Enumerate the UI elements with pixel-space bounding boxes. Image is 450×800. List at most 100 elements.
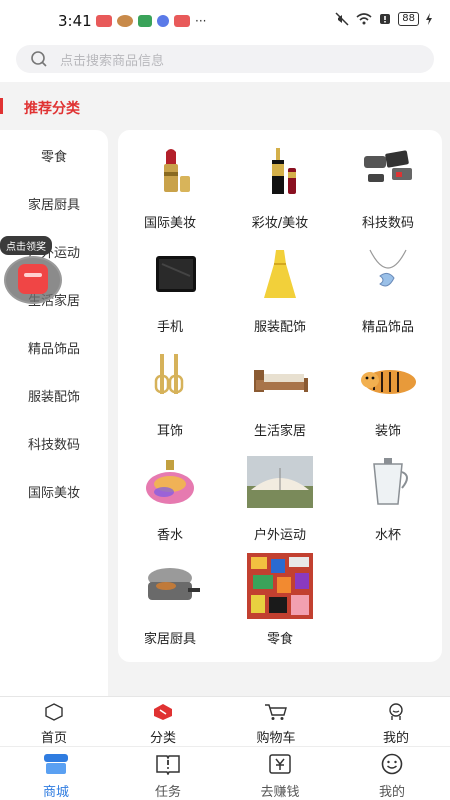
sidebar-item-snacks[interactable]: 零食 (0, 146, 108, 165)
grid-item-label: 科技数码 (361, 216, 414, 231)
avatar-notification-icon (117, 15, 133, 27)
grid-item[interactable]: 彩妆/美妆 (228, 142, 332, 231)
tab-label: 购物车 (256, 731, 296, 746)
sidebar-item-digital[interactable]: 科技数码 (0, 434, 108, 453)
user-icon (389, 703, 403, 720)
grid-item-label: 户外运动 (253, 528, 306, 543)
phone-icon (137, 246, 203, 302)
grid-item[interactable]: 水杯 (336, 454, 440, 543)
grid-item-label: 香水 (156, 528, 183, 543)
bed-icon (247, 350, 313, 406)
tab-category[interactable]: 分类 (123, 703, 203, 746)
more-dots: ··· (195, 14, 207, 28)
perfume-icon (137, 454, 203, 510)
tab-task[interactable]: 任务 (128, 753, 208, 800)
tab-cart[interactable]: 购物车 (236, 703, 316, 746)
grid-item-label: 彩妆/美妆 (251, 216, 309, 231)
alert-icon (380, 14, 391, 24)
category-sidebar: 零食 家居厨具 户外运动 生活家居 精品饰品 服装配饰 科技数码 国际美妆 (0, 130, 108, 700)
wifi-icon (356, 13, 372, 25)
search-icon (31, 51, 47, 67)
mail-notification-icon (174, 15, 190, 27)
status-time: 3:41 (58, 12, 92, 30)
makeup-icon (247, 142, 313, 198)
tab-mine[interactable]: 我的 (356, 703, 436, 746)
grid-item[interactable]: 国际美妆 (118, 142, 222, 231)
tab-mall[interactable]: 商城 (16, 753, 96, 800)
home-cube-icon (45, 703, 63, 721)
yen-icon (269, 754, 291, 774)
sidebar-item-clothing[interactable]: 服装配饰 (0, 386, 108, 405)
mute-icon (335, 12, 349, 26)
grid-item-label: 国际美妆 (143, 216, 196, 231)
tiger-plush-icon (355, 350, 421, 406)
tab-home[interactable]: 首页 (14, 703, 94, 746)
reward-float-button[interactable]: 点击领奖 (0, 236, 70, 306)
charging-icon (426, 13, 432, 25)
grid-item[interactable]: 零食 (228, 553, 332, 647)
search-placeholder: 点击搜索商品信息 (60, 53, 165, 69)
app58-notification-icon (138, 15, 152, 27)
grid-item-label: 零食 (266, 632, 293, 647)
grid-item-label: 精品饰品 (361, 320, 414, 335)
tab-label: 商城 (42, 785, 69, 800)
system-status: 88 (335, 12, 432, 26)
browser-notification-icon (157, 15, 169, 27)
dress-icon (247, 246, 313, 302)
snacks-icon (247, 553, 313, 619)
reward-tag: 点击领奖 (0, 236, 52, 255)
tab-label: 我的 (378, 785, 405, 800)
grid-item[interactable]: 香水 (118, 454, 222, 543)
status-bar: 3:41 ··· 88 (0, 0, 450, 40)
task-book-icon (156, 755, 180, 776)
app-notification-icon (96, 15, 112, 27)
necklace-icon (355, 246, 421, 302)
tent-icon (247, 454, 313, 510)
search-bar[interactable]: 点击搜索商品信息 (16, 45, 434, 73)
grid-item[interactable]: 生活家居 (228, 350, 332, 439)
sidebar-item-kitchen[interactable]: 家居厨具 (0, 194, 108, 213)
tab-label: 首页 (40, 731, 67, 746)
tabbar-bottom: 商城 任务 去赚钱 我的 (0, 746, 450, 800)
glass-cup-icon (355, 454, 421, 510)
grid-item[interactable]: 科技数码 (336, 142, 440, 231)
section-indicator (0, 98, 3, 114)
grid-item[interactable]: 手机 (118, 246, 222, 335)
tab-label: 去赚钱 (260, 785, 300, 800)
battery-indicator: 88 (398, 12, 419, 26)
grid-item[interactable]: 家居厨具 (118, 558, 222, 647)
grid-item[interactable]: 服装配饰 (228, 246, 332, 335)
grid-item-label: 家居厨具 (143, 632, 196, 647)
smile-icon (381, 753, 403, 775)
grid-item[interactable]: 耳饰 (118, 350, 222, 439)
sidebar-item-accessories[interactable]: 精品饰品 (0, 338, 108, 357)
sidebar-item-beauty[interactable]: 国际美妆 (0, 482, 108, 501)
earring-icon (137, 350, 203, 406)
section-header: 推荐分类 (0, 82, 450, 130)
grid-item[interactable]: 装饰 (336, 350, 440, 439)
tab-profile[interactable]: 我的 (352, 753, 432, 800)
lipstick-icon (137, 142, 203, 198)
tab-label: 任务 (154, 785, 181, 800)
grid-item-label: 生活家居 (253, 424, 306, 439)
grid-item-label: 手机 (156, 320, 183, 335)
grid-item-label: 装饰 (374, 424, 401, 439)
grid-item-label: 服装配饰 (253, 320, 306, 335)
category-icon (154, 704, 172, 720)
tab-label: 分类 (149, 731, 176, 746)
red-envelope-icon (18, 264, 48, 294)
grid-item[interactable]: 户外运动 (228, 454, 332, 543)
grid-item[interactable]: 精品饰品 (336, 246, 440, 335)
notification-icons: ··· (96, 14, 206, 28)
tab-label: 我的 (382, 731, 409, 746)
grid-item-label: 水杯 (374, 528, 401, 543)
tab-earn[interactable]: 去赚钱 (240, 753, 320, 800)
search-area: 点击搜索商品信息 (0, 40, 450, 82)
mall-icon (44, 754, 68, 774)
tabbar-top: 首页 分类 购物车 我的 (0, 696, 450, 746)
section-title: 推荐分类 (24, 101, 80, 117)
category-grid: 国际美妆 彩妆/美妆 科技数码 手机 服装配饰 精品饰品 耳饰 生活家居 装饰 … (118, 130, 442, 662)
waffle-maker-icon (137, 558, 203, 614)
cart-icon (265, 704, 287, 720)
grid-item-label: 耳饰 (156, 424, 183, 439)
